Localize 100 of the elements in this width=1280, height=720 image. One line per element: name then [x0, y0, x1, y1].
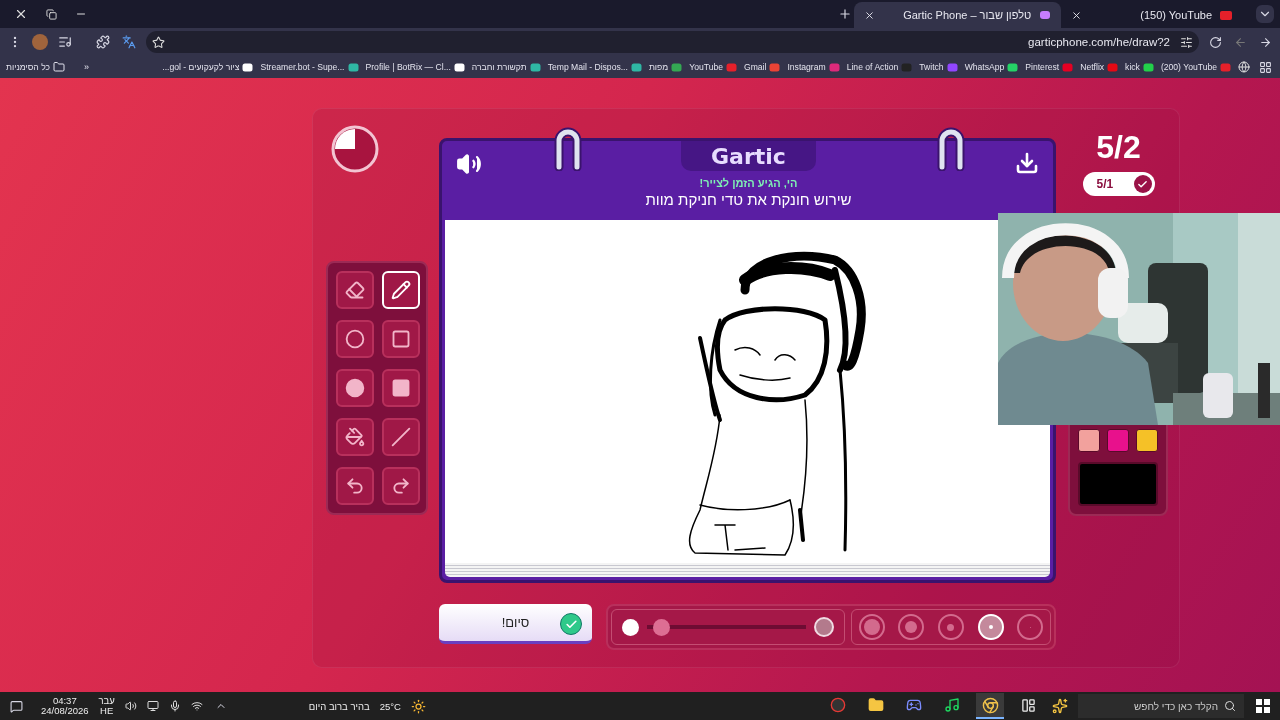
bookmark[interactable]: Line of Action	[846, 61, 913, 73]
bookmark[interactable]: ציור לקעקועים - gol...	[162, 61, 254, 73]
eraser-icon	[345, 280, 365, 300]
address-bar[interactable]: garticphone.com/he/draw?2	[146, 31, 1199, 53]
tool-button[interactable]	[382, 467, 420, 505]
square-icon	[391, 378, 411, 398]
finish-button[interactable]: סיום!	[439, 604, 592, 644]
translate-icon	[122, 35, 136, 49]
plus-icon	[838, 7, 853, 21]
bookmark[interactable]: WhatsApp	[964, 61, 1019, 73]
speaker-icon	[456, 151, 482, 177]
close-icon	[1071, 9, 1083, 21]
display-icon	[146, 700, 159, 712]
site-icon	[828, 61, 840, 73]
tool-button[interactable]	[336, 418, 374, 456]
check-icon	[560, 613, 582, 635]
bookmark[interactable]: Pinterest	[1025, 61, 1074, 73]
browser-button[interactable]	[976, 693, 1004, 719]
tool-button[interactable]	[336, 369, 374, 407]
redo-icon	[391, 476, 411, 496]
site-icon	[453, 61, 465, 73]
preview-dot	[622, 618, 639, 636]
search-icon	[1224, 700, 1236, 712]
start-button[interactable]	[1254, 697, 1272, 715]
bookmark[interactable]: תקשורת וחברה	[471, 61, 541, 73]
bookmark[interactable]: Streamer.bot - Supe...	[260, 61, 359, 73]
site-icon	[726, 61, 737, 73]
close-icon	[14, 7, 28, 21]
bookmark[interactable]: Instagram	[787, 61, 840, 73]
browser-tab[interactable]: Gartic Phone – טלפון שבור	[854, 2, 1062, 28]
restore-icon	[45, 8, 57, 20]
all-bookmarks[interactable]: כל הסימניות	[6, 61, 66, 73]
circle-icon	[345, 329, 365, 349]
drawing-canvas[interactable]	[445, 220, 1050, 563]
tool-button[interactable]	[336, 467, 374, 505]
site-icon	[901, 61, 913, 73]
arrow-right-icon	[1259, 35, 1272, 49]
avatar-icon[interactable]	[32, 34, 48, 50]
bookmark[interactable]: Profile | BotRix — Cl...	[365, 61, 465, 73]
bookmark[interactable]: Gmail	[744, 61, 781, 73]
paint-bucket-icon	[345, 427, 365, 447]
drawing-prompt: שירוש חונקת את טדי חניקת מוות	[645, 191, 852, 208]
timer-icon	[331, 125, 379, 173]
reload-icon	[1209, 35, 1222, 49]
globe-icon	[630, 61, 642, 73]
volume-icon	[124, 700, 137, 712]
phone-icon	[1039, 9, 1052, 21]
slider-thumb[interactable]	[652, 618, 670, 636]
site-icon	[1007, 61, 1019, 73]
close-icon	[864, 9, 876, 21]
bookmark[interactable]: kick	[1125, 61, 1154, 73]
circle-icon	[345, 378, 365, 398]
browser-icon	[981, 696, 999, 714]
youtube-icon	[1220, 10, 1232, 20]
gamepad-icon	[906, 697, 922, 713]
translate-button[interactable]	[120, 33, 138, 51]
tool-button[interactable]	[382, 320, 420, 358]
bookmark[interactable]: (200) YouTube	[1160, 61, 1231, 73]
star-icon	[152, 35, 165, 49]
message-icon	[10, 699, 23, 713]
bookmark[interactable]: Twitch	[919, 61, 958, 73]
extensions-button[interactable]	[94, 33, 112, 51]
color-swatch[interactable]	[1136, 429, 1158, 452]
globe-icon	[529, 61, 541, 73]
globe-icon	[1238, 61, 1250, 73]
color-swatch[interactable]	[1107, 429, 1129, 452]
check-icon	[1133, 175, 1152, 193]
more-bookmarks-button[interactable]: «	[84, 62, 90, 72]
site-icon	[769, 61, 781, 73]
bookmark[interactable]: Temp Mail - Dispos...	[547, 61, 642, 73]
bookmark[interactable]: Netflix	[1080, 61, 1119, 73]
line-icon	[391, 427, 411, 447]
tool-button[interactable]	[382, 418, 420, 456]
tool-button[interactable]	[336, 320, 374, 358]
puzzle-icon	[96, 35, 110, 49]
site-icon	[946, 61, 958, 73]
color-swatch[interactable]	[1078, 429, 1100, 452]
clock[interactable]: 04:37 24/08/2026	[41, 695, 89, 717]
playlist-icon	[58, 35, 72, 49]
bookmark[interactable]: YouTube	[689, 61, 737, 73]
browser-tab[interactable]: (150) YouTube	[1061, 2, 1242, 28]
site-icon	[671, 61, 683, 73]
tool-button[interactable]	[336, 271, 374, 309]
search-field[interactable]: הקלד כאן כדי לחפש	[1078, 694, 1244, 718]
subtitle: הי, הגיע הזמן לצייר!	[699, 177, 798, 189]
site-settings-icon	[1180, 35, 1193, 49]
circle-icon	[830, 697, 846, 713]
microphone-icon	[168, 700, 181, 712]
copilot-icon[interactable]	[1052, 698, 1068, 714]
weather-text: בהיר ברוב היום	[308, 700, 370, 712]
logo: Gartic	[681, 141, 816, 171]
tool-button[interactable]	[382, 369, 420, 407]
temperature: 25°C	[379, 700, 401, 712]
site-icon	[1107, 61, 1119, 73]
bookmark[interactable]: מפות	[648, 61, 683, 73]
tab-search-button[interactable]	[1256, 5, 1274, 23]
site-icon	[1220, 61, 1231, 73]
site-icon	[242, 61, 254, 73]
task-view-icon	[1020, 697, 1036, 713]
folder-icon	[53, 61, 66, 73]
